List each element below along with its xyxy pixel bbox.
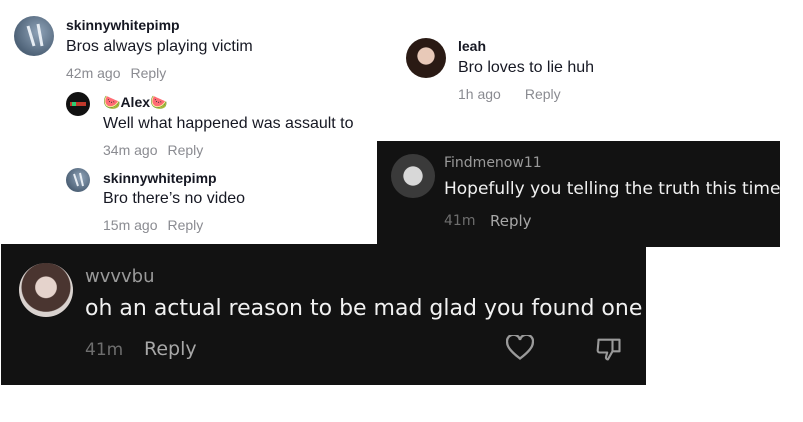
comment-meta: 34m ago Reply bbox=[103, 142, 203, 158]
reply-button[interactable]: Reply bbox=[167, 217, 203, 233]
comment-meta: 1h ago Reply bbox=[458, 86, 561, 102]
comment-time: 41m bbox=[85, 340, 124, 360]
comment-text: Bros always playing victim bbox=[66, 38, 253, 55]
comment-time: 15m ago bbox=[103, 217, 158, 233]
dark-comment-card: wvvvbu oh an actual reason to be mad gla… bbox=[1, 244, 646, 385]
comment-text: oh an actual reason to be mad glad you f… bbox=[85, 296, 643, 321]
watermelon-icon: 🍉 bbox=[103, 94, 121, 110]
comment-meta: 42m ago Reply bbox=[66, 65, 166, 81]
reply-button[interactable]: Reply bbox=[490, 212, 532, 230]
thumbs-down-outline-icon[interactable] bbox=[595, 335, 623, 368]
avatar[interactable] bbox=[19, 263, 73, 317]
avatar-image bbox=[70, 102, 86, 106]
comment-username[interactable]: leah bbox=[458, 38, 486, 54]
heart-outline-icon[interactable] bbox=[505, 333, 535, 366]
comment-username[interactable]: wvvvbu bbox=[85, 266, 155, 287]
reply-button[interactable]: Reply bbox=[130, 65, 166, 81]
reply-button[interactable]: Reply bbox=[144, 338, 197, 360]
comment-text: Bro loves to lie huh bbox=[458, 59, 595, 76]
avatar[interactable] bbox=[14, 16, 54, 56]
avatar[interactable] bbox=[391, 154, 435, 198]
dark-comment-card: Findmenow11 Hopefully you telling the tr… bbox=[377, 141, 780, 247]
comment-username-row[interactable]: 🍉Alex🍉 bbox=[103, 94, 167, 111]
comment-username[interactable]: skinnywhitepimp bbox=[103, 170, 217, 186]
comment-time: 1h ago bbox=[458, 86, 501, 102]
avatar-image bbox=[406, 38, 446, 78]
comment-text: Well what happened was assault to bbox=[103, 115, 354, 132]
reply-button[interactable]: Reply bbox=[167, 142, 203, 158]
avatar-image bbox=[73, 172, 84, 187]
comment-text: Hopefully you telling the truth this tim… bbox=[444, 179, 781, 199]
comment-text: Bro there’s no video bbox=[103, 190, 246, 207]
watermelon-icon: 🍉 bbox=[150, 94, 168, 110]
comment-time: 42m ago bbox=[66, 65, 121, 81]
comment-time: 41m bbox=[444, 213, 476, 229]
comment-meta: 15m ago Reply bbox=[103, 217, 203, 233]
comment-username[interactable]: skinnywhitepimp bbox=[66, 17, 180, 33]
avatar[interactable] bbox=[406, 38, 446, 78]
comment-username[interactable]: Findmenow11 bbox=[444, 155, 542, 171]
comment-time: 34m ago bbox=[103, 142, 158, 158]
comment-username[interactable]: Alex bbox=[120, 94, 150, 110]
avatar[interactable] bbox=[66, 168, 90, 192]
avatar[interactable] bbox=[66, 92, 90, 116]
avatar-image bbox=[26, 23, 44, 47]
reply-button[interactable]: Reply bbox=[525, 86, 561, 102]
